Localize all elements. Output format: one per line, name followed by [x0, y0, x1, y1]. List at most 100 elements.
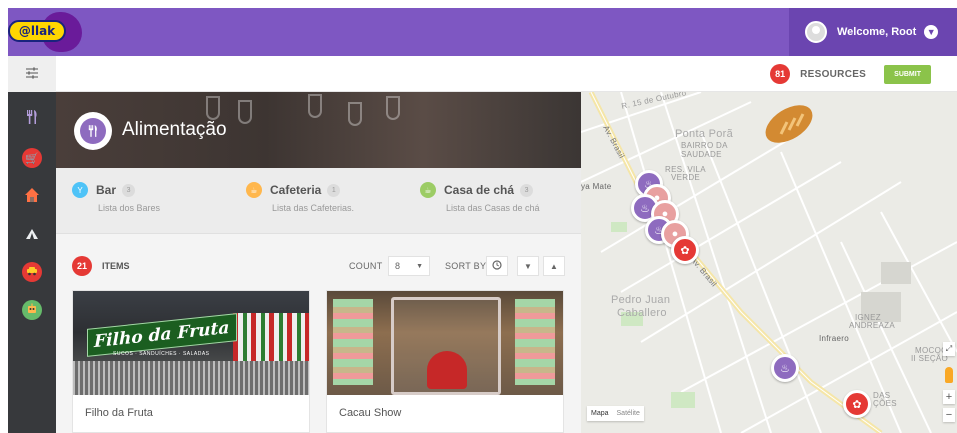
sort-desc-button[interactable]: ▼	[517, 256, 539, 276]
user-menu[interactable]: Welcome, Root ▼	[789, 8, 957, 56]
fork-knife-icon: ♨	[780, 362, 790, 375]
subcategory-count: 1	[327, 183, 341, 197]
sort-clock-button[interactable]	[486, 256, 508, 276]
count-label: COUNT	[349, 261, 383, 271]
glass-decoration	[386, 96, 400, 120]
cocktail-icon: Y	[72, 182, 88, 198]
filter-toggle-button[interactable]	[8, 56, 56, 92]
item-title[interactable]: Filho da Fruta	[85, 407, 153, 419]
map-marker[interactable]: ✿	[843, 390, 871, 418]
map-marker[interactable]: ✿	[671, 236, 699, 264]
map-place-label: Infraero	[819, 334, 849, 343]
map-type-satellite[interactable]: Satélite	[617, 410, 640, 417]
items-toolbar: 21 ITEMS COUNT 8 ▼ SORT BY ▼ ▲	[56, 252, 581, 282]
chevron-down-icon: ▼	[416, 262, 423, 270]
count-value: 8	[395, 261, 401, 271]
sidebar-item-housing[interactable]	[22, 186, 42, 206]
store-sign-sub: SUCOS · SANDUÍCHES · SALADAS	[113, 351, 210, 357]
subcategory-name: Cafeteria	[270, 183, 322, 197]
items-count-badge: 21	[72, 256, 92, 276]
top-bar: @llak Welcome, Root ▼	[8, 8, 957, 56]
caret-up-icon: ▲	[550, 261, 558, 271]
robot-icon	[26, 303, 38, 318]
subcategory-desc: Lista das Cafeterias.	[272, 203, 355, 213]
glass-decoration	[348, 102, 362, 126]
sidebar-item-food[interactable]	[22, 108, 42, 128]
map-type-map[interactable]: Mapa	[591, 410, 609, 417]
logo[interactable]: @llak	[8, 8, 86, 56]
hero-icon-badge	[74, 112, 112, 150]
category-hero: Alimentação	[56, 92, 581, 168]
cart-icon: 🛒	[25, 152, 39, 165]
submit-button[interactable]: SUBMIT	[884, 64, 931, 84]
sliders-icon	[25, 66, 39, 82]
car-icon	[26, 266, 38, 279]
subcategory-bar[interactable]: Y Bar 3 Lista dos Bares	[72, 182, 160, 213]
sidebar-item-camping[interactable]	[22, 225, 42, 245]
map-place-label: Caballero	[617, 307, 667, 319]
subcategory-name: Casa de chá	[444, 183, 515, 197]
display-decoration	[427, 351, 467, 389]
map-place-label: ÇÕES	[873, 399, 897, 408]
subcategory-list: Y Bar 3 Lista dos Bares ☕ Cafeteria 1 Li…	[56, 168, 581, 234]
sidebar-item-transport[interactable]	[22, 262, 42, 282]
tent-icon	[25, 228, 39, 243]
sidebar-item-services[interactable]	[22, 300, 42, 320]
subcategory-desc: Lista dos Bares	[98, 203, 161, 213]
subcategory-count: 3	[122, 183, 136, 197]
sort-asc-button[interactable]: ▲	[543, 256, 565, 276]
subcategory-casa-de-cha[interactable]: ☕ Casa de chá 3 Lista das Casas de chá	[420, 182, 540, 213]
map-place-label: VERDE	[671, 173, 701, 182]
awning-decoration	[233, 313, 309, 361]
subcategory-cafeteria[interactable]: ☕ Cafeteria 1 Lista das Cafeterias.	[246, 182, 354, 213]
item-image	[327, 291, 563, 395]
bread-icon	[765, 105, 813, 143]
item-title[interactable]: Cacau Show	[339, 407, 401, 419]
item-card[interactable]: Filho da Fruta SUCOS · SANDUÍCHES · SALA…	[72, 290, 310, 433]
map[interactable]: R. 15 de Outubro Ponta Porã BAIRRO DA SA…	[581, 92, 957, 433]
logo-text: @llak	[8, 20, 66, 42]
shelf-decoration	[333, 299, 373, 385]
restaurant-icon: ✿	[680, 244, 690, 257]
street-view-pegman[interactable]	[945, 367, 953, 383]
fence-decoration	[73, 361, 309, 395]
chevron-down-icon[interactable]: ▼	[924, 25, 939, 39]
caret-down-icon: ▼	[524, 261, 532, 271]
map-place-label: II SEÇÃO	[911, 354, 949, 363]
map-place-label: Pedro Juan	[611, 294, 671, 306]
map-marker[interactable]: ♨	[771, 354, 799, 382]
sort-label: SORT BY	[445, 261, 487, 271]
avatar	[805, 21, 827, 43]
glass-decoration	[308, 94, 322, 118]
map-place-label: SAUDADE	[681, 150, 722, 159]
subcategory-count: 3	[520, 183, 534, 197]
item-card[interactable]: Cacau Show	[326, 290, 564, 433]
restaurant-icon: ✿	[852, 398, 862, 411]
page-title: Alimentação	[122, 119, 227, 140]
house-icon	[24, 187, 40, 206]
sidebar: 🛒	[8, 92, 56, 433]
resources-label[interactable]: RESOURCES	[800, 69, 866, 80]
glass-decoration	[206, 96, 220, 120]
welcome-text: Welcome, Root	[837, 26, 917, 38]
count-select[interactable]: 8 ▼	[388, 256, 430, 276]
sidebar-item-shopping[interactable]: 🛒	[22, 148, 42, 168]
teacup-icon: ☕	[420, 182, 436, 198]
fullscreen-button[interactable]: ⤢	[943, 342, 955, 356]
subcategory-desc: Lista das Casas de chá	[446, 203, 540, 213]
clock-icon	[492, 260, 502, 272]
map-place-label: Ponta Porã	[675, 128, 734, 140]
zoom-in-button[interactable]: +	[943, 390, 955, 404]
shelf-decoration	[515, 299, 555, 385]
map-type-control[interactable]: Mapa Satélite	[587, 406, 644, 421]
glass-decoration	[238, 100, 252, 124]
fork-knife-icon	[80, 118, 106, 144]
item-image: Filho da Fruta SUCOS · SANDUÍCHES · SALA…	[73, 291, 309, 395]
sub-bar: 81 RESOURCES SUBMIT	[8, 56, 957, 92]
resources-count-badge: 81	[770, 64, 791, 84]
fork-knife-icon	[26, 109, 38, 127]
map-place-label: ANDREAZA	[849, 321, 895, 330]
zoom-out-button[interactable]: −	[943, 408, 955, 422]
fork-knife-icon: ♨	[640, 202, 650, 215]
subcategory-name: Bar	[96, 183, 117, 197]
